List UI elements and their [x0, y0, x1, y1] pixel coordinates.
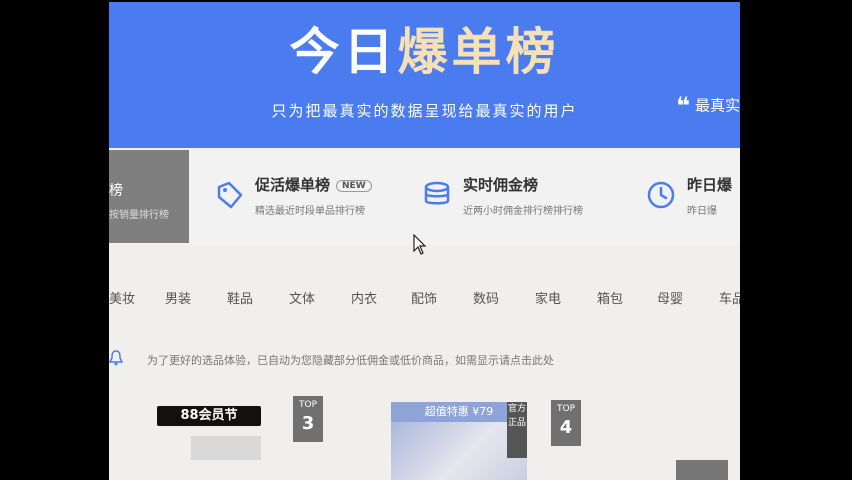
tab-category[interactable]: 美妆: [109, 288, 135, 307]
ranking-card-desc: 按销量排行榜: [109, 210, 169, 221]
product-list: 88会员节 TOP 3 超值特惠 ¥79 官方正品 TOP 4: [109, 392, 740, 480]
tab-category[interactable]: 母婴: [657, 288, 683, 307]
coupon-tag[interactable]: [191, 436, 261, 460]
product-image[interactable]: 超值特惠 ¥79 官方正品: [391, 402, 527, 480]
promo-banner: 88会员节: [157, 406, 261, 426]
bell-icon: [109, 350, 123, 366]
filter-notice: 为了更好的选品体验，已自动为您隐藏部分低佣金或低价商品，如需显示请点击此处: [109, 350, 740, 370]
page-subtitle: 只为把最真实的数据呈现给最真实的用户: [271, 102, 578, 120]
ranking-card-desc: 昨日爆: [687, 206, 717, 217]
ranking-card-active[interactable]: 榜 按销量排行榜: [109, 150, 189, 243]
tag-icon: [217, 181, 243, 209]
coins-icon: [424, 181, 450, 205]
tab-category[interactable]: 内衣: [351, 288, 377, 307]
new-badge: NEW: [336, 179, 372, 192]
ranking-card-desc: 精选最近时段单品排行榜: [255, 206, 365, 217]
ranking-cards: 榜 按销量排行榜 促活爆单榜 NEW 精选最近时段单品排行榜 实时佣金榜 近两小时…: [109, 148, 740, 245]
rank-badge: TOP 3: [293, 396, 323, 442]
ranking-card-desc: 近两小时佣金排行榜排行榜: [463, 206, 583, 217]
tab-category[interactable]: 配饰: [411, 288, 437, 307]
vertical-badge: 官方正品: [507, 402, 527, 458]
ranking-card-label: 实时佣金榜: [463, 176, 539, 194]
ranking-card-label: 榜: [109, 183, 123, 199]
quote-snippet: ❝ 最真实: [676, 92, 740, 120]
ranking-card-label: 昨日爆: [687, 176, 733, 194]
rank-number: 3: [301, 413, 315, 434]
tab-category[interactable]: 数码: [473, 288, 499, 307]
clock-icon: [647, 181, 675, 209]
rank-badge: TOP 4: [551, 400, 581, 446]
product-image-thumb[interactable]: [676, 460, 728, 480]
quote-icon: ❝: [676, 92, 691, 120]
hero-header: 今日爆单榜 只为把最真实的数据呈现给最真实的用户 ❝ 最真实: [109, 2, 740, 148]
notice-text: 为了更好的选品体验，已自动为您隐藏部分低佣金或低价商品，如需显示请点击此处: [147, 354, 554, 367]
browser-viewport: 今日爆单榜 只为把最真实的数据呈现给最真实的用户 ❝ 最真实 榜 按销量排行榜 …: [109, 2, 740, 480]
page-title: 今日爆单榜: [109, 12, 740, 84]
tab-category[interactable]: 家电: [535, 288, 561, 307]
quote-text: 最真实: [694, 96, 740, 115]
tab-category[interactable]: 文体: [289, 288, 315, 307]
rank-top-label: TOP: [556, 404, 575, 414]
tab-category[interactable]: 箱包: [597, 288, 623, 307]
rank-number: 4: [559, 417, 573, 438]
title-part-2: 爆单榜: [397, 23, 560, 81]
ranking-card-label: 促活爆单榜 NEW: [255, 174, 372, 195]
mouse-cursor-icon: [413, 234, 427, 255]
tab-category[interactable]: 车品: [719, 288, 740, 307]
category-tabs: 美妆 男装 鞋品 文体 内衣 配饰 数码 家电 箱包 母婴 车品: [109, 270, 740, 320]
tab-category[interactable]: 男装: [165, 288, 191, 307]
tab-category[interactable]: 鞋品: [227, 288, 253, 307]
title-part-1: 今日: [289, 23, 398, 81]
rank-top-label: TOP: [298, 400, 317, 410]
